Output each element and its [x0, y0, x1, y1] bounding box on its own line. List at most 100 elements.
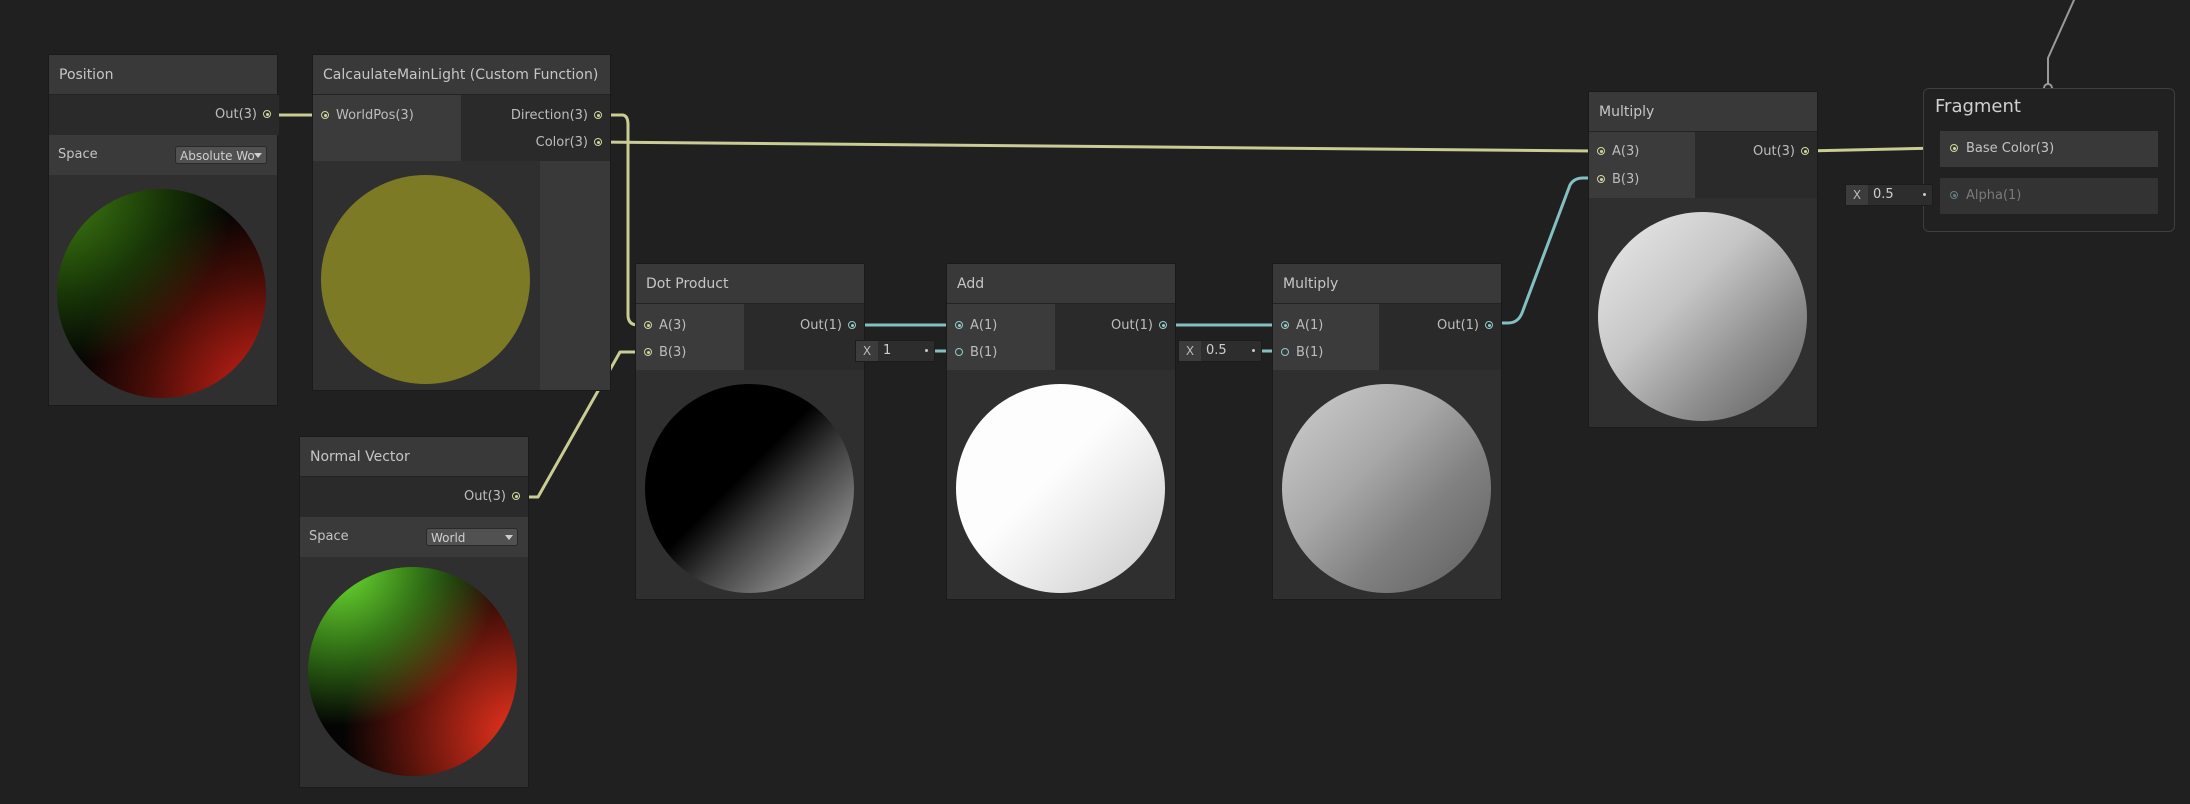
multiply-b-value-input[interactable]: X 0.5 — [1178, 340, 1262, 362]
space-dropdown[interactable]: Absolute Wo — [175, 146, 267, 164]
port-label: Out(3) — [1753, 144, 1795, 159]
node-preview — [300, 557, 528, 787]
port-connector-icon[interactable] — [955, 348, 963, 356]
axis-label: X — [1179, 341, 1201, 361]
out-port[interactable]: Out(1) — [1379, 315, 1501, 337]
node-title: Normal Vector — [300, 437, 528, 477]
preview-sphere — [1598, 212, 1807, 421]
multiply-node-1[interactable]: Multiply A(1) B(1) Out(1) — [1272, 263, 1502, 600]
port-label: A(3) — [659, 318, 687, 333]
dot-product-node[interactable]: Dot Product A(3) B(3) Out(1) — [635, 263, 865, 600]
preview-sphere — [321, 175, 530, 384]
port-label: Out(3) — [464, 489, 506, 504]
axis-label: X — [1846, 185, 1868, 205]
port-connector-icon[interactable] — [1159, 321, 1167, 329]
color-port[interactable]: Color(3) — [461, 132, 610, 154]
b-port[interactable]: B(1) — [947, 342, 1057, 364]
add-node[interactable]: Add A(1) B(1) Out(1) — [946, 263, 1176, 600]
port-connector-icon[interactable] — [594, 111, 602, 119]
out-port[interactable]: Out(1) — [744, 315, 864, 337]
out-port[interactable]: Out(1) — [1055, 315, 1175, 337]
port-connector-icon[interactable] — [644, 348, 652, 356]
port-label: B(1) — [970, 345, 998, 360]
custom-function-node[interactable]: CalcaulateMainLight (Custom Function) Wo… — [312, 54, 611, 391]
position-node[interactable]: Position Out(3) Space Absolute Wo — [48, 54, 279, 406]
port-connector-icon[interactable] — [1281, 321, 1289, 329]
port-label: WorldPos(3) — [336, 108, 414, 123]
connector-dot-icon — [1252, 349, 1255, 352]
space-label: Space — [58, 147, 98, 162]
out-port[interactable]: Out(3) — [1695, 141, 1817, 163]
port-connector-icon[interactable] — [955, 321, 963, 329]
port-connector-icon[interactable] — [1801, 147, 1809, 155]
port-label: B(3) — [659, 345, 687, 360]
direction-port[interactable]: Direction(3) — [461, 105, 610, 127]
preview-sphere — [308, 567, 517, 776]
node-title: CalcaulateMainLight (Custom Function) — [313, 55, 610, 95]
a-port[interactable]: A(1) — [1273, 315, 1381, 337]
wire-master-top — [2047, 0, 2075, 87]
port-connector-icon[interactable] — [1485, 321, 1493, 329]
node-preview — [636, 370, 864, 599]
a-port[interactable]: A(3) — [1589, 141, 1697, 163]
port-connector-icon[interactable] — [512, 492, 520, 500]
wire-multiply1-to-multiply2-b — [1486, 176, 1598, 325]
node-preview — [313, 161, 540, 390]
base-color-port[interactable]: Base Color(3) — [1940, 131, 2158, 167]
preview-sphere — [1282, 384, 1491, 593]
connector-dot-icon — [1923, 193, 1926, 196]
space-dropdown-value: World — [431, 531, 466, 545]
normal-vector-node[interactable]: Normal Vector Out(3) Space World — [299, 436, 529, 788]
connector-dot-icon — [925, 349, 928, 352]
fragment-master-node[interactable]: Fragment Base Color(3) Alpha(1) — [1923, 88, 2175, 232]
a-port[interactable]: A(3) — [636, 315, 746, 337]
port-connector-icon[interactable] — [594, 138, 602, 146]
port-label: Out(1) — [1111, 318, 1153, 333]
node-title: Dot Product — [636, 264, 864, 304]
multiply-node-2[interactable]: Multiply A(3) B(3) Out(3) — [1588, 91, 1818, 428]
port-connector-icon[interactable] — [1597, 147, 1605, 155]
a-port[interactable]: A(1) — [947, 315, 1057, 337]
space-label: Space — [309, 529, 349, 544]
alpha-value-input[interactable]: X 0.5 — [1845, 184, 1933, 206]
axis-label: X — [856, 341, 878, 361]
space-dropdown-value: Absolute Wo — [180, 149, 255, 163]
chevron-down-icon — [505, 535, 513, 540]
port-label: Out(1) — [800, 318, 842, 333]
port-connector-icon[interactable] — [848, 321, 856, 329]
worldpos-port[interactable]: WorldPos(3) — [313, 105, 463, 127]
b-port[interactable]: B(3) — [1589, 169, 1697, 191]
b-port[interactable]: B(3) — [636, 342, 746, 364]
port-connector-icon[interactable] — [1597, 175, 1605, 183]
port-label: A(1) — [970, 318, 998, 333]
node-title: Position — [49, 55, 277, 95]
master-title: Fragment — [1935, 96, 2021, 117]
out-port[interactable]: Out(3) — [408, 486, 528, 508]
node-preview — [947, 370, 1175, 599]
space-dropdown[interactable]: World — [426, 528, 518, 546]
value-text: 0.5 — [1206, 343, 1227, 358]
port-label: Color(3) — [535, 135, 588, 150]
node-preview — [1273, 370, 1501, 599]
port-connector-icon[interactable] — [1281, 348, 1289, 356]
wire-color-to-multiply-a — [595, 140, 1598, 153]
port-label: Out(3) — [215, 107, 257, 122]
out-port[interactable]: Out(3) — [159, 104, 279, 126]
port-connector-icon[interactable] — [263, 110, 271, 118]
alpha-port[interactable]: Alpha(1) — [1940, 178, 2158, 214]
b-port[interactable]: B(1) — [1273, 342, 1381, 364]
port-connector-icon[interactable] — [1950, 191, 1958, 199]
chevron-down-icon — [254, 153, 262, 158]
add-b-value-input[interactable]: X 1 — [855, 340, 935, 362]
port-connector-icon[interactable] — [321, 111, 329, 119]
port-label: B(1) — [1296, 345, 1324, 360]
node-title: Multiply — [1589, 92, 1817, 132]
port-label: Direction(3) — [510, 108, 588, 123]
node-preview — [49, 175, 277, 405]
port-connector-icon[interactable] — [644, 321, 652, 329]
preview-sphere — [57, 189, 266, 398]
node-title: Add — [947, 264, 1175, 304]
port-connector-icon[interactable] — [1950, 144, 1958, 152]
preview-sphere — [645, 384, 854, 593]
port-label: A(3) — [1612, 144, 1640, 159]
